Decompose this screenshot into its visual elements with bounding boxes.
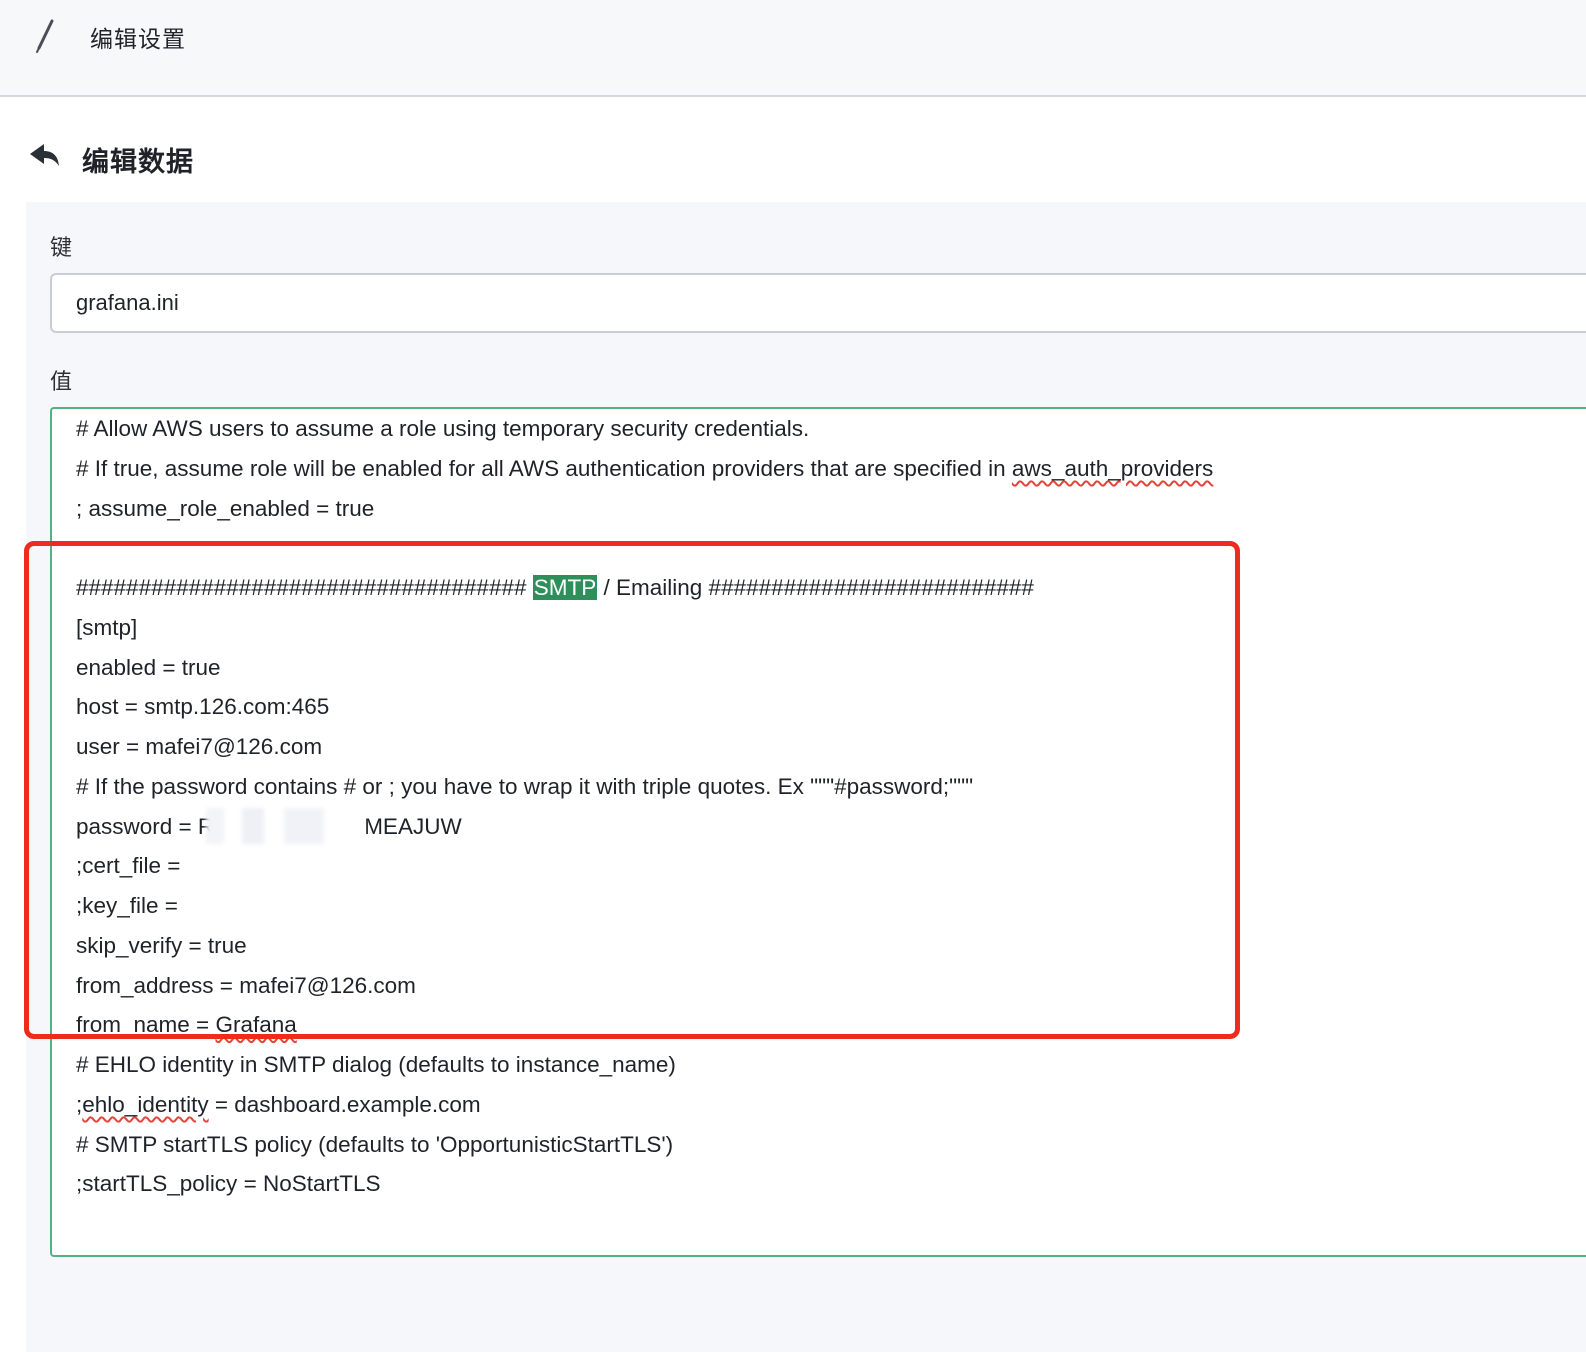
code-line: [emails]: [76, 1244, 1213, 1255]
code-line: [smtp]: [76, 614, 138, 640]
spellcheck-word: ehlo_identity: [82, 1091, 209, 1117]
code-line: skip_verify = true: [76, 932, 247, 958]
search-highlight: SMTP: [532, 575, 598, 600]
code-line: # If the password contains # or ; you ha…: [76, 773, 974, 799]
code-line: ;cert_file =: [76, 853, 181, 879]
spellcheck-word: aws_auth_providers: [1011, 455, 1214, 481]
code-line: from_name = Grafana: [76, 1012, 297, 1038]
code-lines: # Allow AWS users to assume a role using…: [76, 409, 1214, 1255]
section-title: 编辑数据: [82, 147, 194, 178]
code-line: #################################### SMT…: [76, 575, 1034, 600]
page-title: 编辑设置: [90, 27, 186, 53]
code-line: # If true, assume role will be enabled f…: [76, 455, 1214, 481]
pencil-icon: [36, 19, 54, 53]
spellcheck-word: Grafana: [215, 1012, 297, 1038]
code-line: host = smtp.126.com:465: [76, 694, 330, 720]
code-line: # EHLO identity in SMTP dialog (defaults…: [76, 1052, 676, 1077]
code-line: ;ehlo_identity = dashboard.example.com: [76, 1091, 481, 1117]
redacted-password: [206, 807, 365, 844]
code-line: ; assume_role_enabled = true: [76, 495, 375, 521]
code-line: password = R MEAJUW: [76, 807, 1213, 847]
code-line: from_address = mafei7@126.com: [76, 972, 416, 998]
key-label: 键: [50, 236, 73, 261]
code-line: ;key_file =: [76, 893, 178, 918]
code-line: enabled = true: [76, 654, 221, 680]
back-arrow-icon[interactable]: [28, 140, 62, 172]
key-input[interactable]: grafana.ini: [50, 273, 1586, 333]
value-textarea[interactable]: # Allow AWS users to assume a role using…: [50, 407, 1586, 1257]
top-bar: 编辑设置: [0, 0, 1586, 97]
value-label: 值: [50, 370, 73, 395]
code-line: # Allow AWS users to assume a role using…: [76, 416, 810, 441]
code-line: # SMTP startTLS policy (defaults to 'Opp…: [76, 1131, 674, 1157]
code-line: user = mafei7@126.com: [76, 734, 323, 759]
code-line: ;startTLS_policy = NoStartTLS: [76, 1171, 381, 1197]
